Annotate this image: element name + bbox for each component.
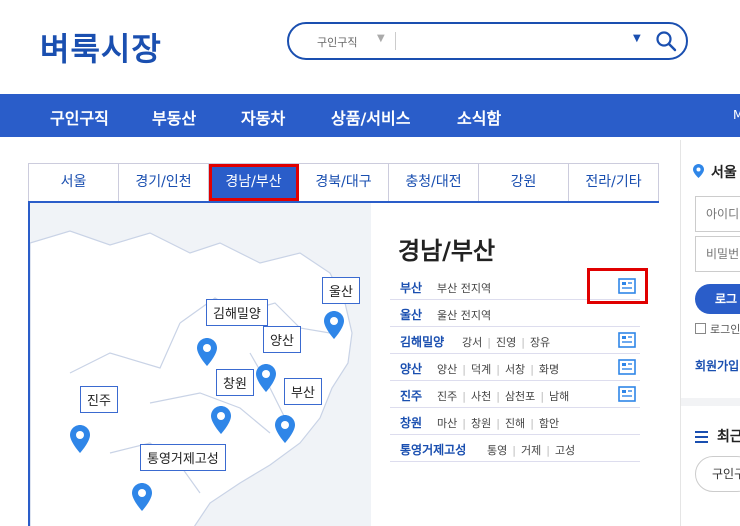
nav-item-inbox[interactable]: 소식함 [457,105,501,129]
nav-item-more[interactable]: M [733,108,740,122]
join-link[interactable]: 회원가입 [695,357,739,374]
region-row-name[interactable]: 통영거제고성 [400,441,466,458]
search-bar: 구인구직 ▼ ▼ [287,22,688,60]
keep-login-label[interactable]: 로그인 [710,321,740,337]
subarea-link[interactable]: 진해 [505,417,525,430]
region-panel: 김해밀양 울산 양산 창원 부산 진주 통영거제고성 경남/부산 부산 부산 전지… [28,201,659,526]
region-row[interactable]: 김해밀양 강서 | 진영 | 장유 [390,327,640,354]
region-row-subareas: 강서 | 진영 | 장유 [462,336,551,349]
region-tabs: 서울 경기/인천 경남/부산 경북/대구 충청/대전 강원 전라/기타 [28,163,659,201]
region-row-name[interactable]: 진주 [400,387,422,404]
map-label-gimhae[interactable]: 김해밀양 [206,299,268,326]
section-divider [681,398,740,406]
subarea-link[interactable]: 진영 [496,336,516,349]
region-list-panel: 경남/부산 부산 부산 전지역 울산 울산 전지역 김해밀양 강서 | 진영 | 장유 양산 양산 | 덕… [371,203,659,526]
region-row-name[interactable]: 부산 [400,279,422,296]
map-pin-icon[interactable] [197,338,217,366]
region-row-name[interactable]: 울산 [400,306,422,323]
tab-gangwon[interactable]: 강원 [479,164,569,201]
tab-gyeonggi[interactable]: 경기/인천 [119,164,209,201]
map-pin-icon[interactable] [324,311,344,339]
tab-gyeongbuk[interactable]: 경북/대구 [299,164,389,201]
subarea-link[interactable]: 거제 [521,444,541,457]
region-title: 경남/부산 [398,237,496,265]
subarea-link[interactable]: 마산 [437,417,457,430]
id-field[interactable] [695,196,740,232]
map-label-busan[interactable]: 부산 [284,378,322,405]
location-pin-icon [693,164,704,178]
page-root: 벼룩시장 구인구직 ▼ ▼ 구인구직 부동산 자동차 상품/서비스 소식함 M … [0,0,740,526]
newspaper-icon[interactable] [618,332,636,348]
login-sidebar: 서울 로그 로그인 회원가입 최근 구인구 [680,140,740,526]
map-pin-icon[interactable] [211,406,231,434]
map-label-jinju[interactable]: 진주 [80,386,118,413]
region-row-name[interactable]: 양산 [400,360,422,377]
newspaper-icon[interactable] [618,359,636,375]
region-map: 김해밀양 울산 양산 창원 부산 진주 통영거제고성 [30,203,371,526]
search-category[interactable]: 구인구직 [317,34,357,50]
region-row[interactable]: 진주 진주 | 사천 | 삼천포 | 남해 [390,381,640,408]
region-row[interactable]: 양산 양산 | 덕계 | 서창 | 화명 [390,354,640,381]
map-pin-icon[interactable] [70,425,90,453]
region-row[interactable]: 창원 마산 | 창원 | 진해 | 함안 [390,408,640,435]
subarea-link[interactable]: 강서 [462,336,482,349]
region-row-name[interactable]: 김해밀양 [400,333,444,350]
search-icon[interactable] [655,30,677,52]
region-row-subareas: 부산 전지역 [437,280,491,296]
subarea-link[interactable]: 부산 전지역 [437,282,491,295]
menu-icon [695,431,708,443]
tab-chungcheong[interactable]: 충청/대전 [389,164,479,201]
category-dropdown-icon[interactable]: ▼ [377,33,385,44]
subarea-link[interactable]: 덕계 [471,363,491,376]
nav-item-jobs[interactable]: 구인구직 [50,105,109,129]
map-pin-icon[interactable] [275,415,295,443]
subarea-link[interactable]: 통영 [487,444,507,457]
region-row-name[interactable]: 창원 [400,414,422,431]
region-row[interactable]: 통영거제고성 통영 | 거제 | 고성 [390,435,640,462]
map-pin-icon[interactable] [256,364,276,392]
search-input[interactable] [401,30,621,52]
subarea-link[interactable]: 고성 [555,444,575,457]
tab-jeolla[interactable]: 전라/기타 [569,164,658,201]
subarea-link[interactable]: 남해 [549,390,569,403]
subarea-link[interactable]: 진주 [437,390,457,403]
keep-login-checkbox[interactable] [695,323,706,334]
site-logo[interactable]: 벼룩시장 [40,24,162,70]
search-divider [395,32,396,50]
region-row-subareas: 마산 | 창원 | 진해 | 함안 [437,417,560,430]
map-pin-icon[interactable] [132,483,152,511]
main-nav: 구인구직 부동산 자동차 상품/서비스 소식함 M [0,94,740,137]
search-dropdown-icon[interactable]: ▼ [633,33,641,44]
password-field[interactable] [695,236,740,272]
nav-item-realestate[interactable]: 부동산 [152,105,196,129]
recent-title: 최근 [717,429,740,445]
subarea-link[interactable]: 삼천포 [505,390,535,403]
map-label-tongyeong[interactable]: 통영거제고성 [140,444,226,471]
map-label-changwon[interactable]: 창원 [216,369,254,396]
region-row[interactable]: 울산 울산 전지역 [390,300,640,327]
region-row-subareas: 양산 | 덕계 | 서창 | 화명 [437,363,560,376]
map-label-yangsan[interactable]: 양산 [263,326,301,353]
login-button[interactable]: 로그 [695,284,740,314]
map-label-ulsan[interactable]: 울산 [322,277,360,304]
newspaper-icon[interactable] [618,386,636,402]
recent-tab-jobs[interactable]: 구인구 [695,456,740,492]
nav-item-cars[interactable]: 자동차 [241,105,285,129]
region-row-subareas: 통영 | 거제 | 고성 [487,444,576,457]
subarea-link[interactable]: 서창 [505,363,525,376]
nav-item-goods[interactable]: 상품/서비스 [331,105,410,129]
tab-seoul[interactable]: 서울 [29,164,119,201]
subarea-link[interactable]: 화명 [539,363,559,376]
subarea-link[interactable]: 함안 [539,417,559,430]
highlight-box [587,268,648,304]
subarea-link[interactable]: 창원 [471,417,491,430]
subarea-link[interactable]: 울산 전지역 [437,309,491,322]
subarea-link[interactable]: 장유 [530,336,550,349]
subarea-link[interactable]: 양산 [437,363,457,376]
subarea-link[interactable]: 사천 [471,390,491,403]
tab-gyeongnam-busan[interactable]: 경남/부산 [209,164,299,201]
region-row-subareas: 울산 전지역 [437,307,491,323]
location-label[interactable]: 서울 [711,162,737,182]
region-row-subareas: 진주 | 사천 | 삼천포 | 남해 [437,390,570,403]
